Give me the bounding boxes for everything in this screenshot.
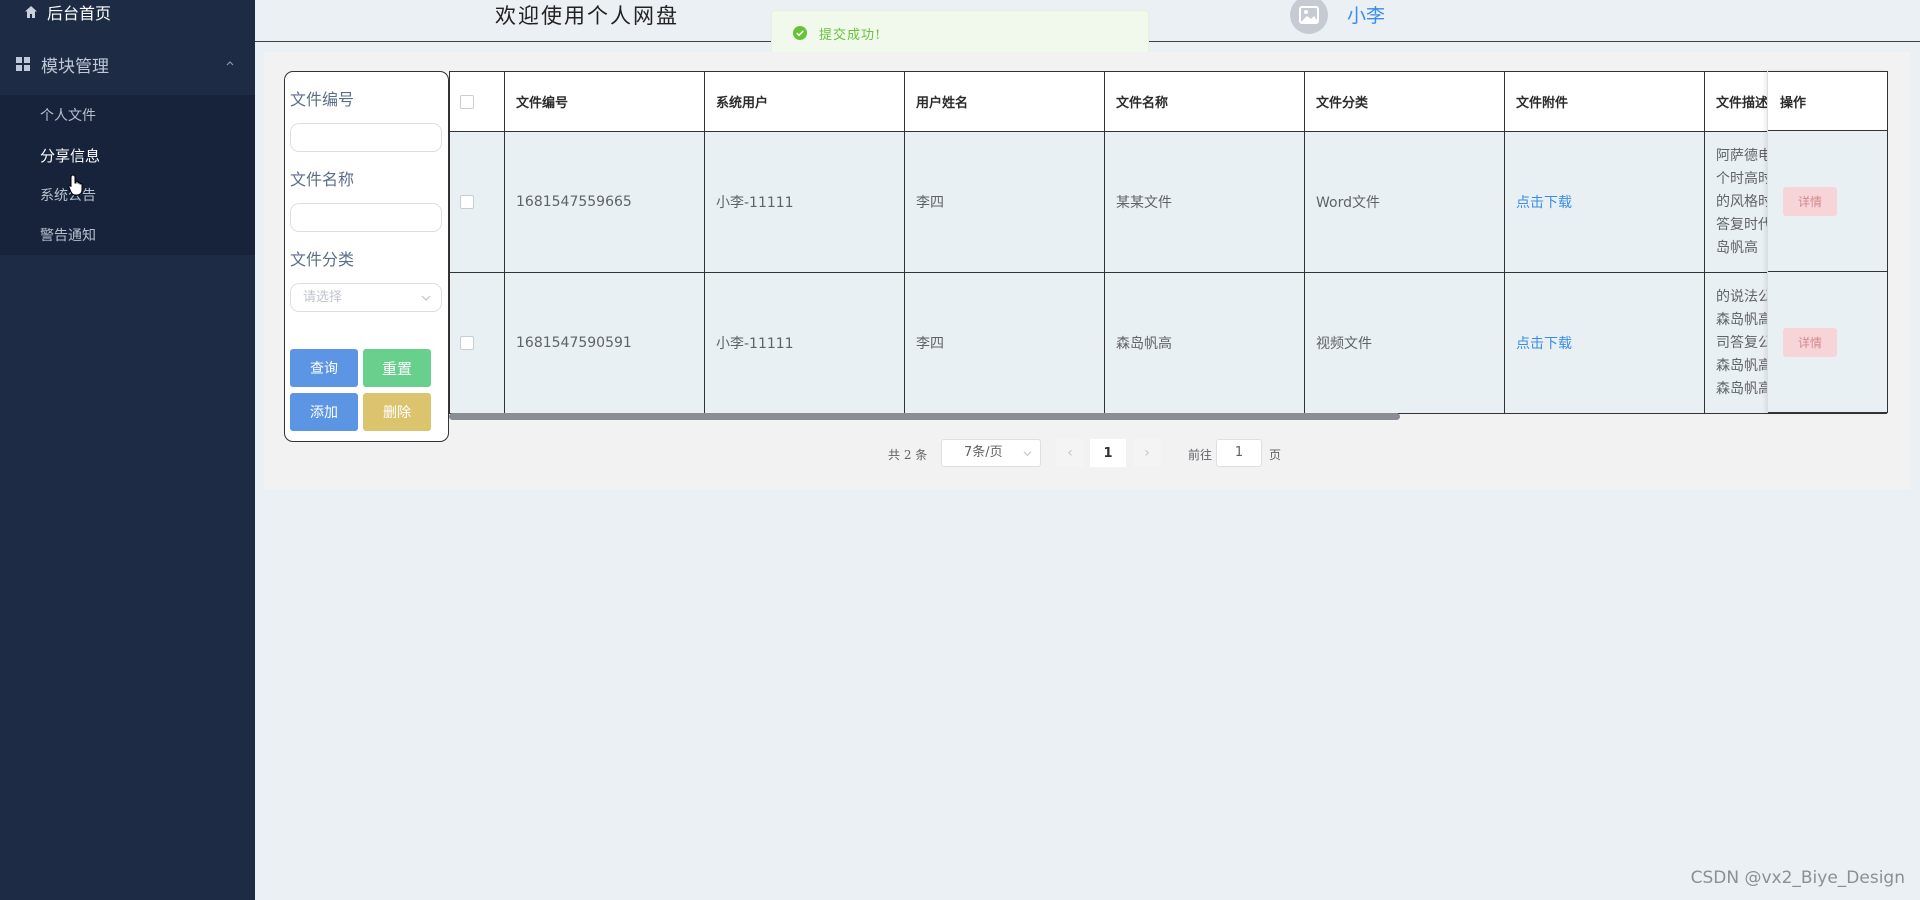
chevron-down-icon <box>1023 451 1032 457</box>
row-select-cell[interactable] <box>449 131 505 273</box>
welcome-title: 欢迎使用个人网盘 <box>495 4 679 28</box>
grid-icon <box>16 57 30 71</box>
operation-column: 操作 详情 详情 <box>1767 71 1888 413</box>
home-icon <box>25 6 37 18</box>
sidebar-item-personal-files[interactable]: 个人文件 <box>40 105 96 125</box>
sidebar-group-module[interactable]: 模块管理 <box>0 48 255 80</box>
sidebar-home-label: 后台首页 <box>47 4 112 23</box>
detail-button[interactable]: 详情 <box>1783 328 1837 357</box>
sidebar-item-warning-notice[interactable]: 警告通知 <box>40 225 96 245</box>
detail-button[interactable]: 详情 <box>1783 187 1837 216</box>
row-checkbox[interactable] <box>460 195 474 209</box>
col-file-no[interactable]: 文件编号 <box>504 71 705 132</box>
watermark: CSDN @vx2_Biye_Design <box>1690 868 1905 888</box>
col-user-name[interactable]: 用户姓名 <box>904 71 1105 132</box>
op-cell: 详情 <box>1768 131 1888 272</box>
page-size-select[interactable]: 7条/页 <box>941 439 1041 467</box>
col-file-name[interactable]: 文件名称 <box>1104 71 1305 132</box>
cell-user-name: 李四 <box>904 272 1105 414</box>
avatar[interactable] <box>1290 0 1328 34</box>
header-select-all[interactable] <box>449 71 505 132</box>
cell-file-name: 森岛帆高 <box>1104 272 1305 414</box>
page-size-value: 7条/页 <box>964 445 1003 460</box>
sidebar-group-label: 模块管理 <box>41 56 109 77</box>
select-all-checkbox[interactable] <box>460 94 474 109</box>
file-name-label: 文件名称 <box>290 170 355 189</box>
row-checkbox[interactable] <box>460 336 474 350</box>
success-toast: 提交成功! <box>771 10 1149 56</box>
add-button[interactable]: 添加 <box>290 393 358 431</box>
goto-label: 前往 <box>1188 448 1213 462</box>
col-system-user[interactable]: 系统用户 <box>704 71 905 132</box>
cell-user-name: 李四 <box>904 131 1105 273</box>
pagination-total: 共 2 条 <box>888 447 928 462</box>
file-no-label: 文件编号 <box>290 90 355 109</box>
col-category[interactable]: 文件分类 <box>1304 71 1505 132</box>
cell-system-user: 小李-11111 <box>704 272 905 414</box>
check-circle-icon <box>793 26 807 40</box>
file-no-input[interactable] <box>290 123 442 152</box>
sidebar-submenu: 个人文件 分享信息 系统公告 警告通知 <box>0 95 255 255</box>
cell-attachment: 点击下载 <box>1504 131 1705 273</box>
chevron-up-icon <box>226 61 234 66</box>
cell-attachment: 点击下载 <box>1504 272 1705 414</box>
data-table: 文件编号 系统用户 用户姓名 文件名称 文件分类 文件附件 文件描述 16815… <box>449 71 1887 421</box>
sidebar-item-home[interactable]: 后台首页 <box>24 0 111 24</box>
cell-category: 视频文件 <box>1304 272 1505 414</box>
col-attachment[interactable]: 文件附件 <box>1504 71 1705 132</box>
category-placeholder: 请选择 <box>303 290 343 305</box>
cell-system-user: 小李-11111 <box>704 131 905 273</box>
hand-cursor-icon <box>68 174 83 196</box>
category-label: 文件分类 <box>290 250 355 269</box>
row-select-cell[interactable] <box>449 272 505 414</box>
cell-file-no: 1681547559665 <box>504 131 705 273</box>
reset-button[interactable]: 重置 <box>363 349 431 387</box>
category-select[interactable]: 请选择 <box>290 283 442 312</box>
cell-file-name: 某某文件 <box>1104 131 1305 273</box>
download-link[interactable]: 点击下载 <box>1516 336 1572 352</box>
cell-file-no: 1681547590591 <box>504 272 705 414</box>
table-header-row: 文件编号 系统用户 用户姓名 文件名称 文件分类 文件附件 文件描述 <box>449 71 1887 132</box>
download-link[interactable]: 点击下载 <box>1516 195 1572 211</box>
toast-message: 提交成功! <box>819 27 882 43</box>
goto-suffix: 页 <box>1269 448 1282 462</box>
page-number-current[interactable]: 1 <box>1090 439 1126 467</box>
goto-page-input[interactable]: 1 <box>1216 439 1262 467</box>
sidebar: 后台首页 模块管理 个人文件 分享信息 系统公告 警告通知 <box>0 0 255 900</box>
search-form: 文件编号 文件名称 文件分类 请选择 查询 重置 添加 删除 <box>284 71 449 442</box>
username[interactable]: 小李 <box>1347 1 1385 28</box>
query-button[interactable]: 查询 <box>290 349 358 387</box>
horizontal-scrollbar[interactable] <box>449 413 1400 420</box>
sidebar-item-share-info[interactable]: 分享信息 <box>40 145 100 166</box>
delete-button[interactable]: 删除 <box>363 393 431 431</box>
table-row: 1681547559665 小李-11111 李四 某某文件 Word文件 点击… <box>449 131 1887 273</box>
next-page-button[interactable]: › <box>1133 439 1161 467</box>
prev-page-button[interactable]: ‹ <box>1056 439 1084 467</box>
image-icon <box>1299 6 1319 24</box>
col-operation: 操作 <box>1768 71 1888 131</box>
cell-category: Word文件 <box>1304 131 1505 273</box>
file-name-input[interactable] <box>290 203 442 232</box>
table-row: 1681547590591 小李-11111 李四 森岛帆高 视频文件 点击下载… <box>449 272 1887 414</box>
chevron-down-icon <box>421 295 431 301</box>
op-cell: 详情 <box>1768 272 1888 413</box>
